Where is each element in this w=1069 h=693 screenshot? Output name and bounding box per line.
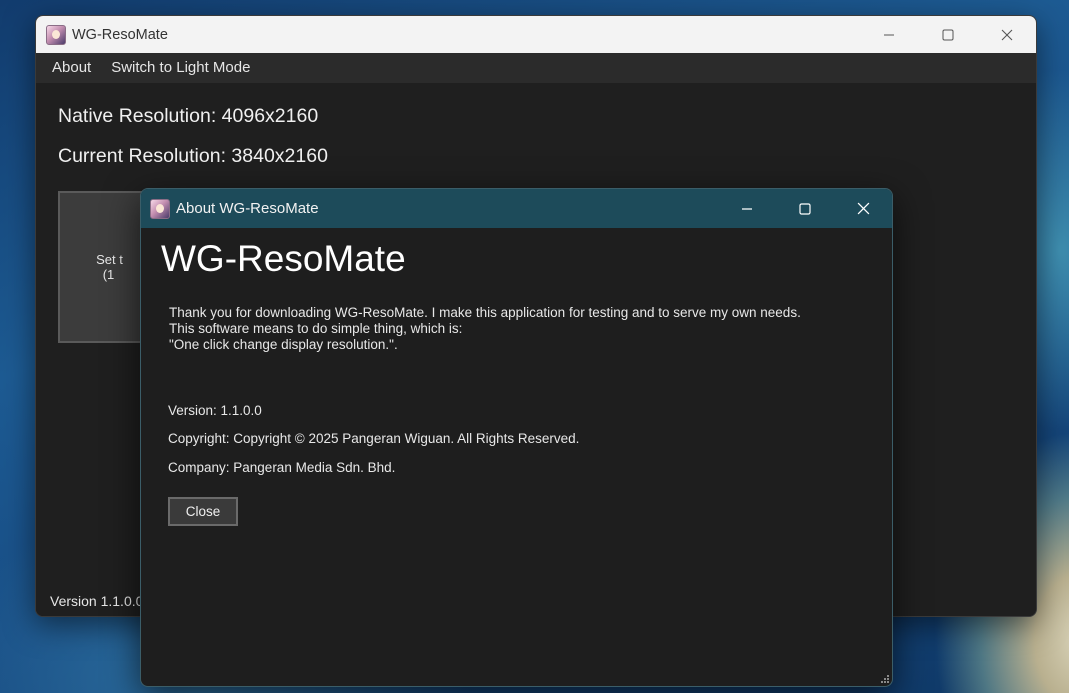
about-dialog-titlebar[interactable]: About WG-ResoMate	[141, 189, 892, 228]
close-button[interactable]	[977, 16, 1036, 53]
menu-bar: About Switch to Light Mode	[36, 53, 1036, 83]
maximize-icon	[942, 29, 953, 40]
about-copyright: Copyright: Copyright © 2025 Pangeran Wig…	[168, 431, 580, 446]
about-description-line: "One click change display resolution.".	[169, 337, 398, 352]
about-caption-buttons	[718, 189, 892, 228]
app-icon	[150, 198, 170, 219]
main-window-title: WG-ResoMate	[72, 26, 168, 43]
about-dialog: About WG-ResoMate WG-ResoMate Thank you …	[140, 188, 893, 687]
maximize-button[interactable]	[918, 16, 977, 53]
menu-about[interactable]: About	[42, 53, 101, 83]
minimize-button[interactable]	[859, 16, 918, 53]
about-minimize-button[interactable]	[718, 189, 776, 228]
about-dialog-body: WG-ResoMate Thank you for downloading WG…	[141, 228, 892, 686]
about-description: Thank you for downloading WG-ResoMate. I…	[169, 305, 801, 353]
about-description-line: Thank you for downloading WG-ResoMate. I…	[169, 305, 801, 320]
minimize-icon	[883, 34, 894, 35]
native-resolution-label: Native Resolution: 4096x2160	[58, 105, 319, 127]
about-app-name: WG-ResoMate	[161, 238, 406, 279]
minimize-icon	[742, 207, 752, 210]
close-icon	[857, 202, 869, 215]
about-version: Version: 1.1.0.0	[168, 403, 262, 418]
about-dialog-title: About WG-ResoMate	[176, 200, 319, 217]
menu-switch-light-mode[interactable]: Switch to Light Mode	[101, 53, 260, 83]
about-maximize-button[interactable]	[776, 189, 834, 228]
close-icon	[1001, 29, 1012, 40]
about-close-button[interactable]	[834, 189, 892, 228]
about-company: Company: Pangeran Media Sdn. Bhd.	[168, 460, 396, 475]
resize-grip-icon[interactable]	[880, 674, 890, 684]
set-resolution-button-line2: (1	[102, 267, 115, 282]
main-caption-buttons	[859, 16, 1036, 53]
set-resolution-button-line1: Set t	[96, 252, 123, 267]
main-titlebar[interactable]: WG-ResoMate	[36, 16, 1036, 53]
maximize-icon	[799, 202, 811, 215]
current-resolution-label: Current Resolution: 3840x2160	[58, 145, 328, 167]
about-close-button-primary[interactable]: Close	[168, 497, 238, 526]
footer-version: Version 1.1.0.0	[50, 593, 144, 609]
about-description-line: This software means to do simple thing, …	[169, 321, 463, 336]
app-icon	[46, 24, 66, 45]
